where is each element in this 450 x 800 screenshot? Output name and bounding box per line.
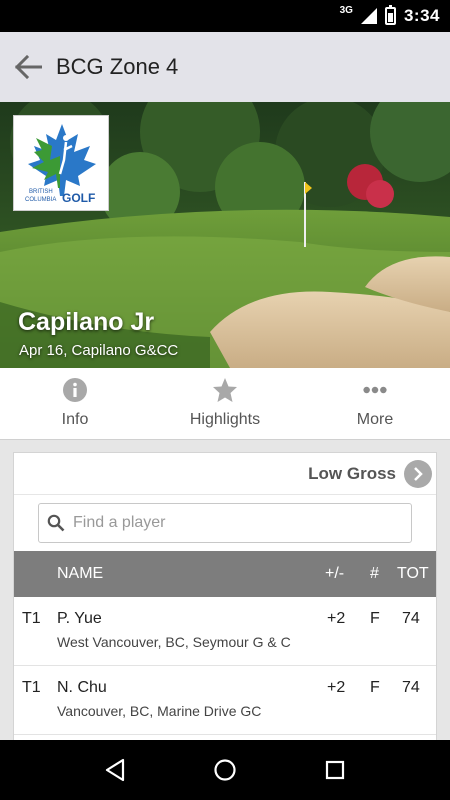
find-player-input[interactable]	[73, 514, 393, 532]
tab-more[interactable]: More	[300, 368, 450, 439]
player-position: T1	[22, 610, 41, 627]
player-club: West Vancouver, BC, Seymour G & C	[57, 634, 291, 650]
player-total: 74	[402, 610, 420, 627]
nav-back-icon[interactable]	[95, 750, 135, 790]
search-icon	[47, 514, 65, 532]
nav-recents-icon[interactable]	[315, 750, 355, 790]
leaderboard-card: Low Gross NAME +/- # TOT T1 P. Yue West …	[13, 452, 437, 742]
page-title: BCG Zone 4	[56, 54, 179, 79]
player-thru: F	[370, 679, 380, 696]
tab-info[interactable]: Info	[0, 368, 150, 439]
search-box	[38, 503, 412, 543]
clock: 3:34	[403, 6, 440, 25]
signal-icon	[360, 8, 377, 24]
search-row	[14, 495, 436, 551]
col-diff: +/-	[325, 565, 345, 582]
player-name: P. Yue	[57, 610, 102, 627]
tab-highlights[interactable]: Highlights	[150, 368, 300, 439]
tab-bar: Info Highlights More	[0, 368, 450, 440]
logo-text-columbia: COLUMBIA	[25, 197, 56, 203]
scoring-format-label: Low Gross	[308, 463, 396, 483]
logo-text-golf: GOLF	[62, 191, 95, 205]
col-name: NAME	[57, 565, 104, 582]
leaderboard-header: NAME +/- # TOT	[14, 551, 436, 597]
maple-leaf-icon: BRITISH COLUMBIA GOLF	[25, 124, 96, 205]
event-name: Capilano Jr	[18, 308, 155, 336]
col-thru: #	[370, 565, 379, 582]
chevron-right-icon[interactable]	[404, 459, 432, 488]
tab-highlights-label: Highlights	[189, 411, 261, 428]
battery-icon	[384, 5, 396, 25]
player-position: T1	[22, 679, 41, 696]
logo-text-british: BRITISH	[29, 189, 53, 195]
player-score-diff: +2	[327, 679, 346, 696]
info-icon	[62, 377, 88, 403]
app-bar: BCG Zone 4	[0, 32, 450, 102]
scoring-format-selector[interactable]: Low Gross	[14, 453, 436, 495]
event-banner: BRITISH COLUMBIA GOLF Capilano Jr Apr 16…	[0, 102, 450, 368]
table-row[interactable]: T1 P. Yue West Vancouver, BC, Seymour G …	[14, 597, 436, 666]
event-date-venue: Apr 16, Capilano G&CC	[19, 342, 179, 359]
col-total: TOT	[397, 565, 429, 582]
star-icon	[212, 377, 238, 403]
table-row[interactable]: T1 N. Chu Vancouver, BC, Marine Drive GC…	[14, 666, 436, 735]
player-name: N. Chu	[57, 679, 107, 696]
tab-info-label: Info	[61, 411, 89, 428]
nav-home-icon[interactable]	[205, 750, 245, 790]
more-dots-icon	[362, 377, 388, 403]
network-type: 3G	[339, 4, 353, 16]
tab-more-label: More	[356, 411, 394, 428]
player-total: 74	[402, 679, 420, 696]
player-score-diff: +2	[327, 610, 346, 627]
system-nav-bar	[0, 740, 450, 800]
player-thru: F	[370, 610, 380, 627]
status-bar: 3G 3:34	[0, 0, 450, 32]
bc-golf-logo: BRITISH COLUMBIA GOLF	[13, 115, 109, 211]
player-club: Vancouver, BC, Marine Drive GC	[57, 703, 262, 719]
back-arrow-icon[interactable]	[0, 32, 56, 102]
